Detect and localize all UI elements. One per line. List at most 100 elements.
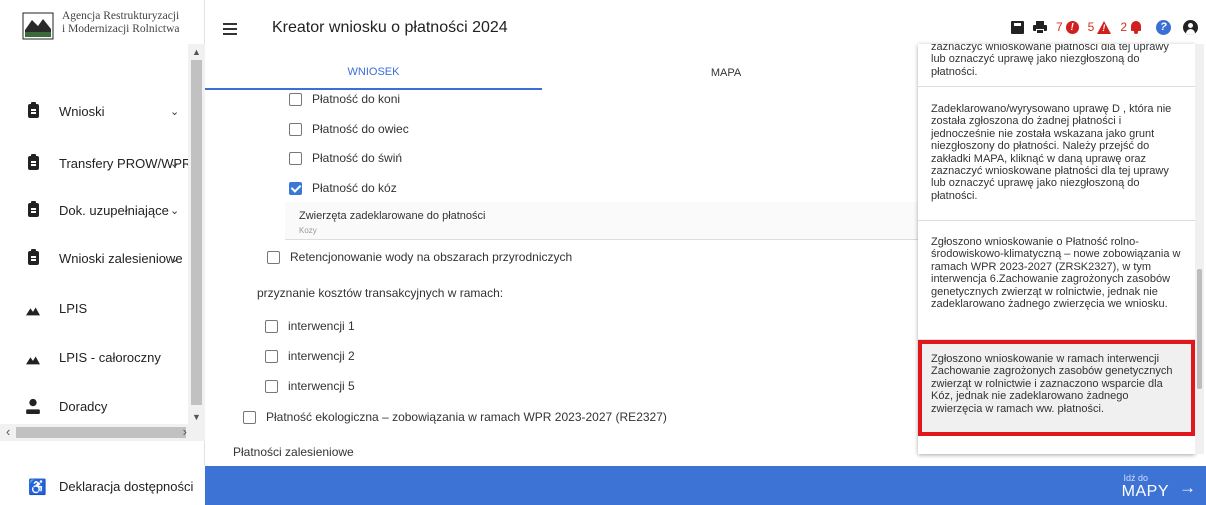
toolbar: 7! 5 2 ? [1002, 17, 1198, 37]
option-swinie[interactable]: Płatność do świń [289, 151, 402, 165]
logo-text-line2: i Modernizacji Rolnictwa [62, 23, 180, 35]
scroll-up-icon[interactable]: ▲ [192, 47, 201, 57]
scrollbar-thumb[interactable] [191, 60, 202, 405]
help-icon: ? [1156, 19, 1171, 35]
user-button[interactable] [1183, 19, 1198, 35]
checkbox[interactable] [289, 151, 302, 165]
warnings-button[interactable]: 5 [1088, 20, 1112, 34]
section-title: Płatności zalesieniowe [233, 445, 354, 459]
warning-icon [1097, 20, 1112, 34]
section-title: przyznanie kosztów transakcyjnych w rama… [257, 286, 504, 300]
logo[interactable]: Agencja Restrukturyzacji i Modernizacji … [22, 10, 202, 42]
chevron-down-icon: ⌄ [170, 105, 180, 118]
option-retencjonowanie[interactable]: Retencjonowanie wody na obszarach przyro… [267, 250, 572, 264]
maps-label: MAPY [1121, 483, 1169, 500]
go-to-label: Idź do [1123, 473, 1148, 483]
clipboard-icon [26, 154, 40, 171]
checkbox-checked[interactable] [289, 181, 302, 195]
sidebar-item-dok-uzupelniajace[interactable]: Dok. uzupełniające ⌄ [0, 195, 188, 225]
chevron-down-icon: ⌄ [170, 252, 180, 265]
accessibility-declaration-link[interactable]: ♿ Deklaracja dostępności [0, 466, 205, 505]
sidebar-horizontal-scrollbar[interactable]: ‹ › [0, 424, 205, 441]
checkbox[interactable] [289, 92, 302, 106]
option-label: interwencji 5 [288, 379, 355, 393]
option-interwencji-1[interactable]: interwencji 1 [265, 319, 355, 333]
scrollbar-thumb[interactable] [1197, 269, 1202, 389]
bell-icon [1130, 20, 1142, 34]
option-label: interwencji 2 [288, 349, 355, 363]
save-icon [1010, 20, 1024, 34]
sidebar-item-wnioski[interactable]: Wnioski ⌄ [0, 96, 188, 126]
sidebar-item-doradcy[interactable]: Doradcy [0, 391, 188, 421]
scrollbar-thumb[interactable] [16, 427, 186, 438]
option-label: Płatność do koni [312, 92, 401, 106]
notification-item[interactable]: Zadeklarowano/wyrysowano uprawę D , któr… [918, 91, 1195, 221]
checkbox[interactable] [265, 379, 278, 393]
clipboard-icon [26, 102, 40, 119]
checkbox[interactable] [243, 410, 256, 424]
option-owce[interactable]: Płatność do owiec [289, 122, 409, 136]
field-value: Kozy [299, 226, 317, 235]
scroll-right-icon[interactable]: › [183, 424, 187, 439]
option-label: Retencjonowanie wody na obszarach przyro… [290, 250, 573, 264]
sidebar-item-label: Doradcy [59, 398, 108, 414]
logo-text-line1: Agencja Restrukturyzacji [62, 10, 180, 22]
sidebar: Agencja Restrukturyzacji i Modernizacji … [0, 0, 205, 505]
clipboard-icon [26, 249, 40, 266]
option-konie[interactable]: Płatność do koni [289, 92, 400, 106]
field-label: Zwierzęta zadeklarowane do płatności [299, 210, 486, 222]
checkbox[interactable] [265, 349, 278, 363]
sidebar-item-label: Wnioski zalesieniowe [59, 250, 183, 266]
error-icon: ! [1065, 20, 1079, 34]
sidebar-item-label: LPIS [59, 300, 88, 316]
scroll-down-icon[interactable]: ▼ [192, 412, 201, 422]
option-platnosc-ekologiczna[interactable]: Płatność ekologiczna – zobowiązania w ra… [243, 410, 667, 424]
save-button[interactable] [1010, 20, 1024, 34]
option-kozy[interactable]: Płatność do kóz [289, 181, 397, 195]
notification-item[interactable]: zaznaczyć wnioskowane płatności dla tej … [918, 44, 1195, 87]
checkbox[interactable] [289, 122, 302, 136]
arrow-right-icon: → [1179, 478, 1196, 497]
animals-declared-field[interactable]: Zwierzęta zadeklarowane do płatności Koz… [285, 202, 925, 240]
go-to-map-bar[interactable]: Idź do MAPY → [205, 466, 1206, 505]
errors-count: 7 [1055, 20, 1063, 34]
tab-mapa[interactable]: MAPA [542, 56, 910, 90]
mountain-icon [26, 356, 40, 365]
scroll-left-icon[interactable]: ‹ [6, 424, 10, 439]
chevron-down-icon: ⌄ [170, 157, 180, 170]
option-interwencji-2[interactable]: interwencji 2 [265, 349, 355, 363]
notifications-panel: zaznaczyć wnioskowane płatności dla tej … [918, 44, 1195, 454]
notifications-count: 2 [1120, 20, 1127, 34]
errors-button[interactable]: 7! [1056, 20, 1079, 34]
option-label: Płatność do kóz [312, 181, 397, 195]
sidebar-item-label: LPIS - całoroczny [59, 349, 161, 365]
app: Agencja Restrukturyzacji i Modernizacji … [0, 0, 1206, 505]
option-label: Płatność do owiec [312, 122, 409, 136]
tabs: WNIOSEK MAPA [205, 56, 910, 90]
notification-item[interactable]: Zgłoszono wnioskowanie o Płatność rolno-… [918, 222, 1195, 340]
checkbox[interactable] [267, 250, 280, 264]
help-button[interactable]: ? [1156, 19, 1171, 35]
notification-item-highlighted[interactable]: Zgłoszono wnioskowanie w ramach interwen… [918, 340, 1195, 436]
sidebar-vertical-scrollbar[interactable]: ▲ ▼ [188, 44, 205, 424]
accessibility-icon: ♿ [28, 479, 47, 496]
notifications-button[interactable]: 2 [1120, 20, 1142, 34]
print-icon [1032, 20, 1047, 34]
page-title: Kreator wniosku o płatności 2024 [272, 19, 508, 36]
print-button[interactable] [1032, 20, 1047, 34]
option-label: Płatność ekologiczna – zobowiązania w ra… [266, 410, 667, 424]
sidebar-item-transfery[interactable]: Transfery PROW/WPR ⌄ [0, 148, 191, 178]
menu-icon[interactable] [223, 23, 237, 38]
sidebar-item-wnioski-zalesieniowe[interactable]: Wnioski zalesieniowe ⌄ [0, 243, 188, 273]
accessibility-label: Deklaracja dostępności [59, 479, 194, 494]
person-icon [26, 398, 40, 414]
checkbox[interactable] [265, 319, 278, 333]
option-label: interwencji 1 [288, 319, 355, 333]
sidebar-item-lpis-caloroczny[interactable]: LPIS - całoroczny [0, 342, 188, 372]
sidebar-item-lpis[interactable]: LPIS [0, 293, 188, 323]
sidebar-item-label: Wnioski [59, 103, 105, 119]
tab-wniosek[interactable]: WNIOSEK [205, 56, 542, 90]
notifications-scrollbar[interactable] [1195, 44, 1204, 454]
sidebar-item-label: Dok. uzupełniające [59, 202, 169, 218]
option-interwencji-5[interactable]: interwencji 5 [265, 379, 355, 393]
